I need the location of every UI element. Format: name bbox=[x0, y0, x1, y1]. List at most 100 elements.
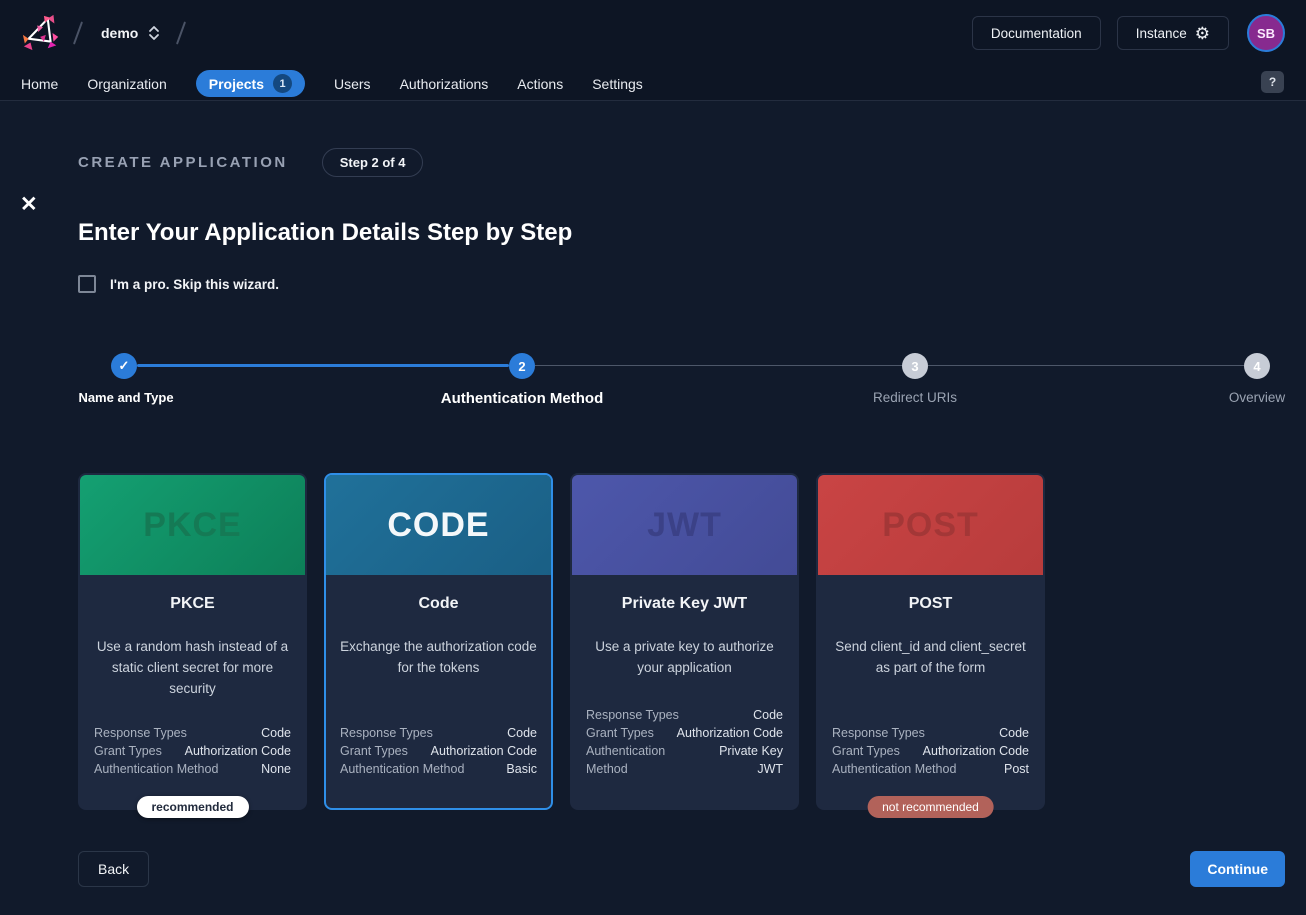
step-circle-todo: 4 bbox=[1244, 353, 1270, 379]
attribute-value: Code bbox=[507, 724, 537, 742]
create-application-wizard: ✕ CREATE APPLICATION Step 2 of 4 Enter Y… bbox=[0, 148, 1306, 887]
attribute-label: Grant Types bbox=[94, 742, 162, 760]
wizard-footer: Back Continue bbox=[78, 851, 1285, 887]
nav-item-settings[interactable]: Settings bbox=[592, 72, 643, 96]
card-attributes: Response Types Code Grant Types Authoriz… bbox=[94, 724, 291, 778]
attribute-value: Private Key JWT bbox=[699, 742, 783, 778]
attribute-row: Grant Types Authorization Code bbox=[586, 724, 783, 742]
attribute-value: Basic bbox=[506, 760, 537, 778]
step-label-name-and-type: Name and Type bbox=[78, 390, 173, 405]
attribute-value: Code bbox=[261, 724, 291, 742]
attribute-label: Response Types bbox=[586, 706, 679, 724]
attribute-value: Code bbox=[753, 706, 783, 724]
attribute-row: Response Types Code bbox=[94, 724, 291, 742]
instance-label: Instance bbox=[1136, 26, 1187, 41]
topbar: demo Documentation Instance ⚙ SB bbox=[0, 0, 1306, 66]
card-body: Code Exchange the authorization code for… bbox=[326, 575, 551, 808]
card-description: Exchange the authorization code for the … bbox=[340, 637, 537, 679]
avatar-initials: SB bbox=[1257, 26, 1275, 41]
nav-item-projects[interactable]: Projects 1 bbox=[196, 70, 305, 97]
card-banner: JWT bbox=[572, 475, 797, 575]
attribute-row: Response Types Code bbox=[832, 724, 1029, 742]
attribute-label: Authentication Method bbox=[94, 760, 218, 778]
attribute-value: Authorization Code bbox=[431, 742, 537, 760]
main-nav: Home Organization Projects 1 Users Autho… bbox=[0, 66, 1306, 101]
auth-method-card-code[interactable]: CODE Code Exchange the authorization cod… bbox=[324, 473, 553, 810]
nav-item-organization[interactable]: Organization bbox=[87, 72, 166, 96]
stepper-line-2 bbox=[535, 365, 902, 366]
documentation-label: Documentation bbox=[991, 26, 1082, 41]
auth-method-card-post[interactable]: POST POST Send client_id and client_secr… bbox=[816, 473, 1045, 810]
zitadel-logo-icon[interactable] bbox=[21, 12, 63, 54]
attribute-label: Authentication Method bbox=[832, 760, 956, 778]
back-button[interactable]: Back bbox=[78, 851, 149, 887]
attribute-row: Authentication Method Private Key JWT bbox=[586, 742, 783, 778]
skip-wizard-label: I'm a pro. Skip this wizard. bbox=[110, 277, 279, 292]
attribute-value: Authorization Code bbox=[185, 742, 291, 760]
attribute-value: Authorization Code bbox=[923, 742, 1029, 760]
attribute-label: Response Types bbox=[832, 724, 925, 742]
stepper-line-1 bbox=[137, 364, 509, 367]
wizard-head: CREATE APPLICATION Step 2 of 4 bbox=[78, 148, 1285, 177]
nav-item-projects-label: Projects bbox=[209, 76, 264, 92]
card-banner: PKCE bbox=[80, 475, 305, 575]
attribute-label: Response Types bbox=[340, 724, 433, 742]
gear-icon: ⚙ bbox=[1195, 25, 1210, 42]
close-icon[interactable]: ✕ bbox=[20, 194, 38, 215]
attribute-label: Grant Types bbox=[586, 724, 654, 742]
wizard-stepper: ✓ 2 3 4 Name and Type Authentication Met… bbox=[78, 353, 1285, 425]
attribute-row: Authentication Method Post bbox=[832, 760, 1029, 778]
not-recommended-badge: not recommended bbox=[867, 796, 994, 818]
nav-item-authorizations[interactable]: Authorizations bbox=[400, 72, 489, 96]
card-body: PKCE Use a random hash instead of a stat… bbox=[80, 575, 305, 808]
card-banner: POST bbox=[818, 475, 1043, 575]
projects-count-badge: 1 bbox=[273, 74, 292, 93]
attribute-row: Grant Types Authorization Code bbox=[340, 742, 537, 760]
avatar[interactable]: SB bbox=[1247, 14, 1285, 52]
nav-item-home[interactable]: Home bbox=[21, 72, 58, 96]
attribute-row: Response Types Code bbox=[586, 706, 783, 724]
step-circle-active: 2 bbox=[509, 353, 535, 379]
check-icon: ✓ bbox=[119, 358, 130, 374]
stepper-line-3 bbox=[928, 365, 1244, 366]
attribute-label: Response Types bbox=[94, 724, 187, 742]
breadcrumb-slash bbox=[73, 21, 83, 44]
step-label-authentication-method: Authentication Method bbox=[441, 390, 603, 407]
card-description: Send client_id and client_secret as part… bbox=[832, 637, 1029, 679]
card-body: Private Key JWT Use a private key to aut… bbox=[572, 575, 797, 808]
attribute-row: Grant Types Authorization Code bbox=[94, 742, 291, 760]
page-title: Enter Your Application Details Step by S… bbox=[78, 219, 1285, 247]
nav-item-users[interactable]: Users bbox=[334, 72, 371, 96]
attribute-row: Authentication Method None bbox=[94, 760, 291, 778]
card-title: POST bbox=[832, 595, 1029, 613]
org-switcher[interactable] bbox=[142, 20, 166, 46]
app-header: demo Documentation Instance ⚙ SB Home Or… bbox=[0, 0, 1306, 101]
help-button[interactable]: ? bbox=[1261, 71, 1284, 93]
documentation-button[interactable]: Documentation bbox=[972, 16, 1101, 50]
attribute-row: Response Types Code bbox=[340, 724, 537, 742]
skip-wizard-checkbox[interactable] bbox=[78, 275, 96, 293]
step-indicator-pill: Step 2 of 4 bbox=[322, 148, 424, 177]
unfold-more-icon bbox=[146, 24, 162, 42]
attribute-label: Grant Types bbox=[340, 742, 408, 760]
card-description: Use a private key to authorize your appl… bbox=[586, 637, 783, 679]
card-title: Private Key JWT bbox=[586, 595, 783, 613]
step-circle-todo: 3 bbox=[902, 353, 928, 379]
attribute-value: None bbox=[261, 760, 291, 778]
attribute-row: Authentication Method Basic bbox=[340, 760, 537, 778]
card-title: Code bbox=[340, 595, 537, 613]
auth-method-card-pkce[interactable]: PKCE PKCE Use a random hash instead of a… bbox=[78, 473, 307, 810]
nav-item-actions[interactable]: Actions bbox=[517, 72, 563, 96]
continue-button[interactable]: Continue bbox=[1190, 851, 1285, 887]
card-banner: CODE bbox=[326, 475, 551, 575]
wizard-title: CREATE APPLICATION bbox=[78, 154, 288, 171]
card-body: POST Send client_id and client_secret as… bbox=[818, 575, 1043, 808]
step-label-overview: Overview bbox=[1229, 390, 1285, 405]
recommended-badge: recommended bbox=[136, 796, 248, 818]
instance-button[interactable]: Instance ⚙ bbox=[1117, 16, 1229, 50]
card-description: Use a random hash instead of a static cl… bbox=[94, 637, 291, 700]
auth-method-card-jwt[interactable]: JWT Private Key JWT Use a private key to… bbox=[570, 473, 799, 810]
auth-method-cards: PKCE PKCE Use a random hash instead of a… bbox=[78, 473, 1285, 810]
step-label-redirect-uris: Redirect URIs bbox=[873, 390, 957, 405]
attribute-label: Grant Types bbox=[832, 742, 900, 760]
